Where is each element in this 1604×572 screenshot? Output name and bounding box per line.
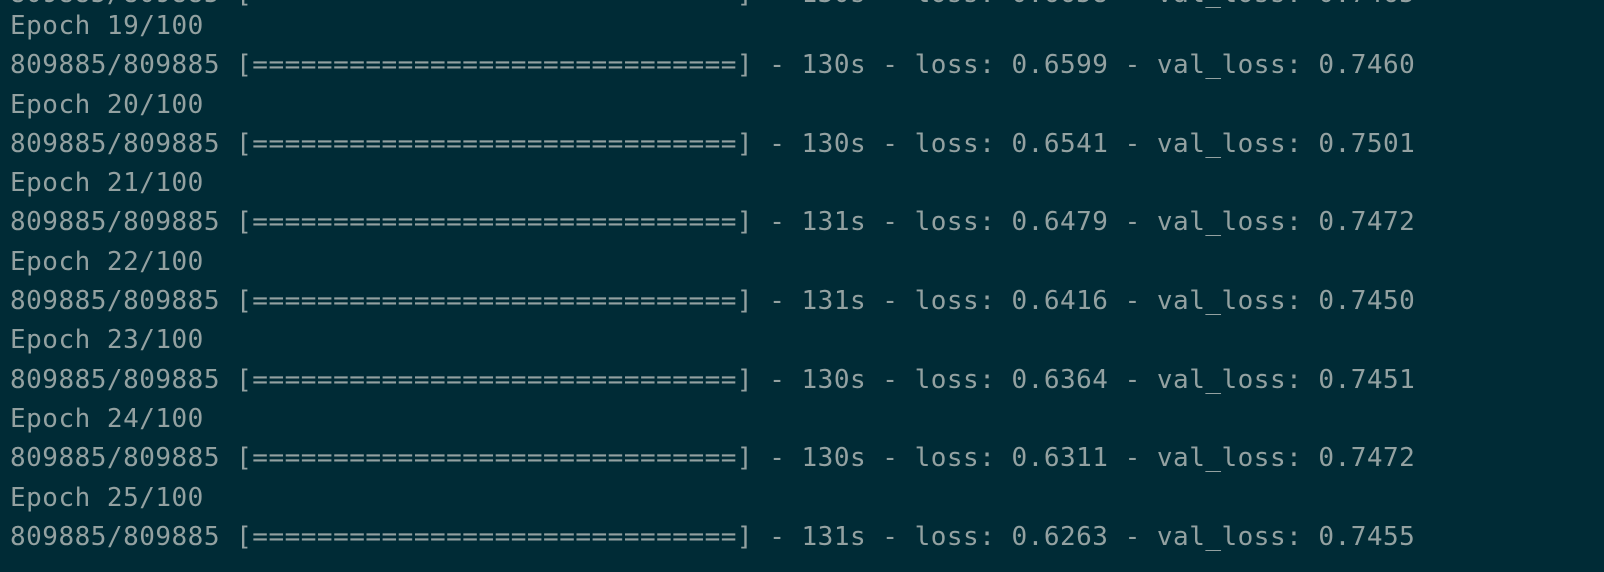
terminal-output: Epoch 19/100 809885/809885 [============… [10,7,1415,557]
progress-line: 809885/809885 [=========================… [10,286,1416,317]
progress-line: 809885/809885 [=========================… [10,443,1416,474]
epoch-line: Epoch 23/100 [10,325,204,356]
progress-line: 809885/809885 [=========================… [10,521,1416,552]
progress-line: 809885/809885 [=========================… [10,128,1416,159]
epoch-line: Epoch 21/100 [10,168,204,199]
epoch-line: Epoch 24/100 [10,403,204,434]
progress-line: 809885/809885 [=========================… [10,364,1416,395]
epoch-line: Epoch 19/100 [10,11,204,41]
epoch-line: Epoch 22/100 [10,246,204,277]
terminal-window[interactable]: 809885/809885 [=========================… [0,0,1604,572]
epoch-line: Epoch 20/100 [10,89,204,120]
progress-line: 809885/809885 [=========================… [10,207,1416,238]
epoch-line: Epoch 25/100 [10,482,204,513]
progress-line: 809885/809885 [=========================… [10,50,1416,81]
